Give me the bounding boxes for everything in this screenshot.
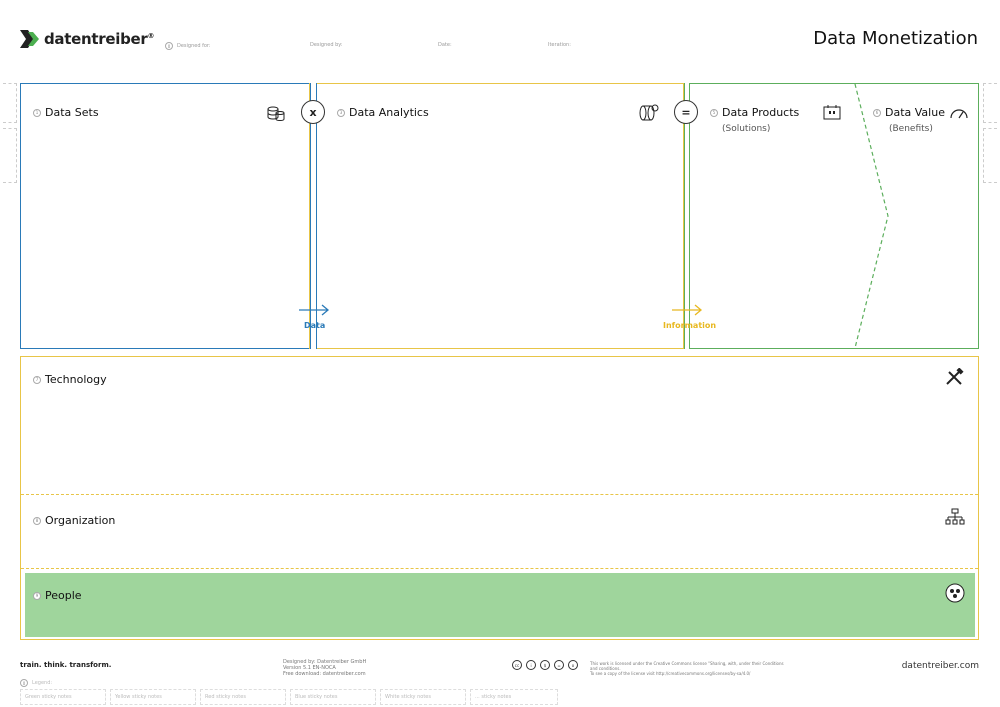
data-sets-box[interactable] bbox=[20, 83, 311, 349]
logo-arrow-icon bbox=[20, 30, 39, 48]
data-flow-arrow-icon bbox=[299, 304, 330, 316]
iteration-field[interactable]: Iteration: bbox=[548, 42, 571, 48]
edge-mark bbox=[983, 83, 997, 123]
data-analytics-label: 3 Data Analytics bbox=[337, 106, 429, 119]
credits: Designed by: Datentreiber GmbH Version 5.… bbox=[283, 659, 367, 677]
data-sets-label: 1 Data Sets bbox=[33, 106, 99, 119]
designed-for-field[interactable]: 0 Designed for: bbox=[165, 42, 211, 50]
edge-mark bbox=[3, 83, 17, 123]
date-field[interactable]: Date: bbox=[438, 42, 452, 48]
designed-by-field[interactable]: Designed by: bbox=[310, 42, 343, 48]
sticky-legend-red: Red sticky notes bbox=[200, 689, 286, 705]
brand-name: datentreiber® bbox=[44, 30, 155, 48]
information-flow-label: Information bbox=[663, 321, 717, 330]
sticky-legend-white: White sticky notes bbox=[380, 689, 466, 705]
data-value-sublabel: (Benefits) bbox=[889, 124, 933, 134]
technology-label: 7 Technology bbox=[33, 373, 107, 386]
organization-label: 8 Organization bbox=[33, 514, 115, 527]
brand-logo: datentreiber® bbox=[20, 30, 154, 48]
site-link[interactable]: datentreiber.com bbox=[902, 661, 979, 671]
analytics-cylinder-icon bbox=[639, 104, 659, 121]
multiply-operator: x bbox=[301, 100, 325, 124]
data-products-box[interactable] bbox=[689, 83, 979, 349]
sticky-legend-blue: Blue sticky notes bbox=[290, 689, 376, 705]
product-board-icon bbox=[823, 105, 841, 120]
data-analytics-box[interactable] bbox=[316, 83, 684, 349]
data-products-sublabel: (Solutions) bbox=[722, 124, 771, 134]
cc-license-icons: cc i $ = o bbox=[512, 660, 578, 670]
data-products-label: 5 Data Products bbox=[710, 106, 799, 119]
edge-mark bbox=[3, 128, 17, 183]
data-flow-label: Data bbox=[304, 321, 326, 330]
people-group-icon bbox=[945, 583, 965, 603]
tools-icon bbox=[946, 368, 964, 385]
section-divider bbox=[21, 494, 978, 495]
tagline: train. think. transform. bbox=[20, 661, 112, 669]
information-flow-arrow-icon bbox=[672, 304, 703, 316]
equals-operator: = bbox=[674, 100, 698, 124]
edge-mark bbox=[983, 128, 997, 183]
sticky-legend-yellow: Yellow sticky notes bbox=[110, 689, 196, 705]
license-text: This work is licensed under the Creative… bbox=[590, 661, 784, 676]
speedometer-icon bbox=[950, 109, 968, 119]
org-chart-icon bbox=[945, 508, 965, 525]
people-section[interactable] bbox=[25, 573, 975, 637]
database-coins-icon bbox=[267, 106, 285, 122]
section-divider bbox=[21, 568, 978, 569]
people-label: 9 People bbox=[33, 589, 82, 602]
sticky-legend-other: ... sticky notes bbox=[470, 689, 558, 705]
data-value-label: 6 Data Value bbox=[873, 106, 945, 119]
legend: 0 Legend: bbox=[20, 679, 52, 687]
sticky-legend-green: Green sticky notes bbox=[20, 689, 106, 705]
page-title: Data Monetization bbox=[813, 28, 978, 49]
